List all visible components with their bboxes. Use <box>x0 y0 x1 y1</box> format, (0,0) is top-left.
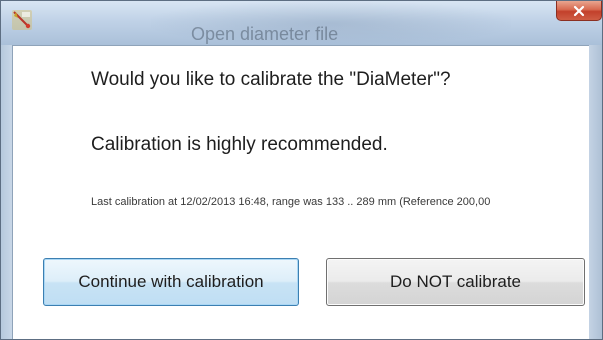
dialog-window: Open diameter file Would you like to cal… <box>0 0 603 340</box>
window-title: Open diameter file <box>191 24 339 44</box>
window-frame-left <box>1 45 12 339</box>
dialog-body: Would you like to calibrate the "DiaMete… <box>12 45 589 339</box>
recommendation-text: Calibration is highly recommended. <box>91 134 388 155</box>
calibration-question: Would you like to calibrate the "DiaMete… <box>91 69 451 90</box>
title-bar[interactable]: Open diameter file <box>1 1 602 46</box>
window-frame-right <box>589 45 602 339</box>
app-icon[interactable] <box>11 9 33 31</box>
continue-calibration-button[interactable]: Continue with calibration <box>43 258 299 306</box>
do-not-calibrate-button[interactable]: Do NOT calibrate <box>326 258 585 306</box>
last-calibration-info: Last calibration at 12/02/2013 16:48, ra… <box>91 196 491 208</box>
close-button[interactable] <box>556 1 602 21</box>
close-icon <box>573 5 585 16</box>
